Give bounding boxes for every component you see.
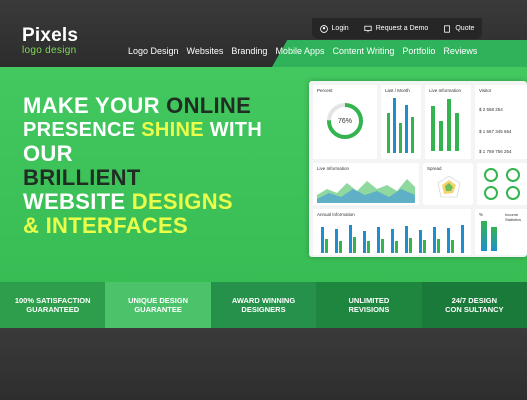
logo-name: Pixels (22, 25, 79, 46)
main-navigation: Logo Design Websites Branding Mobile App… (124, 41, 481, 61)
feature-unlimited-revisions: UNLIMITED REVISIONS (316, 282, 422, 328)
annual-bar-chart (321, 225, 464, 253)
quote-link[interactable]: Quote (443, 24, 475, 33)
feature-2-line2: GUARANTEE (134, 305, 182, 314)
income-card: % Income Statistics (475, 209, 527, 255)
hero-line5b: DESIGNS (131, 189, 233, 214)
feature-unique-design: UNIQUE DESIGN GUARANTEE (105, 282, 211, 328)
feature-4-line1: UNLIMITED (348, 296, 390, 305)
login-label: Login (331, 25, 349, 32)
feature-4-line2: REVISIONS (348, 305, 390, 314)
spread-card: Spread (423, 163, 473, 205)
user-icon (319, 24, 328, 33)
quote-label: Quote (455, 25, 475, 32)
percent-value: 76% (338, 118, 352, 125)
hero-line3: OUR (23, 141, 73, 166)
feature-3-line2: DESIGNERS (241, 305, 286, 314)
nav-websites[interactable]: Websites (187, 46, 224, 56)
hero-line1a: MAKE YOUR (23, 93, 167, 118)
feature-5-line2: CON SULTANCY (445, 305, 504, 314)
request-demo-label: Request a Demo (375, 25, 429, 32)
nav-branding[interactable]: Branding (231, 46, 267, 56)
pct-label: % (479, 212, 484, 217)
nav-reviews[interactable]: Reviews (443, 46, 477, 56)
feature-satisfaction: 100% SATISFACTION GUARANTEED (0, 282, 106, 328)
last-month-card: Last / Month (381, 85, 421, 159)
feature-2-line1: UNIQUE DESIGN (128, 296, 189, 305)
hero-line4: BRILLIENT (23, 165, 141, 190)
top-utility-bar: Login Request a Demo Quote (312, 18, 482, 39)
percent-ring-chart: 76% (327, 103, 363, 139)
hero-line2a: PRESENCE (23, 119, 142, 141)
visitor-card: Visitor $ 2 568 254 $ 1 567 345 654 $ 1 … (475, 85, 527, 159)
hero-line2b: SHINE (141, 119, 204, 141)
feature-1-line1: 100% SATISFACTION (14, 296, 91, 305)
dashboard-mockup: Percent 76% Last / Month Live Informatio… (309, 81, 527, 257)
live-info-card: Live Information (425, 85, 471, 159)
hero-line6: & INTERFACES (23, 213, 188, 238)
live-info-title: Live Information (429, 88, 462, 93)
hero-line5a: WEBSITE (23, 189, 132, 214)
visitor-title: Visitor (479, 88, 492, 93)
stat-1: $ 2 568 254 (479, 107, 503, 112)
feature-consultancy: 24/7 DESIGN CON SULTANCY (421, 282, 527, 328)
login-link[interactable]: Login (319, 24, 349, 33)
mini-rings-card (477, 163, 527, 205)
live-info-area-card: Live Information (313, 163, 419, 205)
live-info2-title: Live Information (317, 166, 350, 171)
annual-info-card: Annual Information (313, 209, 471, 255)
feature-3-line1: AWARD WINNING (231, 296, 296, 305)
logo-tagline: logo design (22, 45, 77, 56)
last-month-title: Last / Month (385, 88, 410, 93)
area-chart (317, 179, 415, 203)
footer-area (0, 328, 527, 400)
stat-2: $ 1 567 345 654 (479, 129, 512, 134)
spread-title: Spread (427, 166, 442, 171)
mini-ring-charts (484, 168, 520, 200)
features-bar: 100% SATISFACTION GUARANTEED UNIQUE DESIG… (0, 282, 527, 328)
monitor-icon (364, 25, 372, 32)
feature-5-line1: 24/7 DESIGN (451, 296, 498, 305)
stat-3: $ 1 769 756 254 (479, 149, 512, 154)
percent-title: Percent (317, 88, 333, 93)
nav-portfolio[interactable]: Portfolio (402, 46, 435, 56)
income-title: Income Statistics (505, 212, 522, 222)
hero-line1b: ONLINE (166, 93, 252, 118)
percent-card: Percent 76% (313, 85, 377, 159)
nav-logo-design[interactable]: Logo Design (128, 46, 179, 56)
feature-award-winning: AWARD WINNING DESIGNERS (210, 282, 317, 328)
annual-info-title: Annual Information (317, 212, 355, 217)
brand-logo[interactable]: Pixels logo design (22, 25, 79, 56)
request-demo-link[interactable]: Request a Demo (364, 25, 429, 33)
hero-line2c: WITH (203, 119, 263, 141)
nav-mobile-apps[interactable]: Mobile Apps (275, 46, 324, 56)
document-icon (444, 24, 451, 33)
nav-content-writing[interactable]: Content Writing (332, 46, 394, 56)
feature-1-line2: GUARANTEED (26, 305, 80, 314)
hero-headline: MAKE YOUR ONLINE PRESENCE SHINE WITH OUR… (23, 94, 262, 238)
radar-chart (437, 175, 461, 198)
